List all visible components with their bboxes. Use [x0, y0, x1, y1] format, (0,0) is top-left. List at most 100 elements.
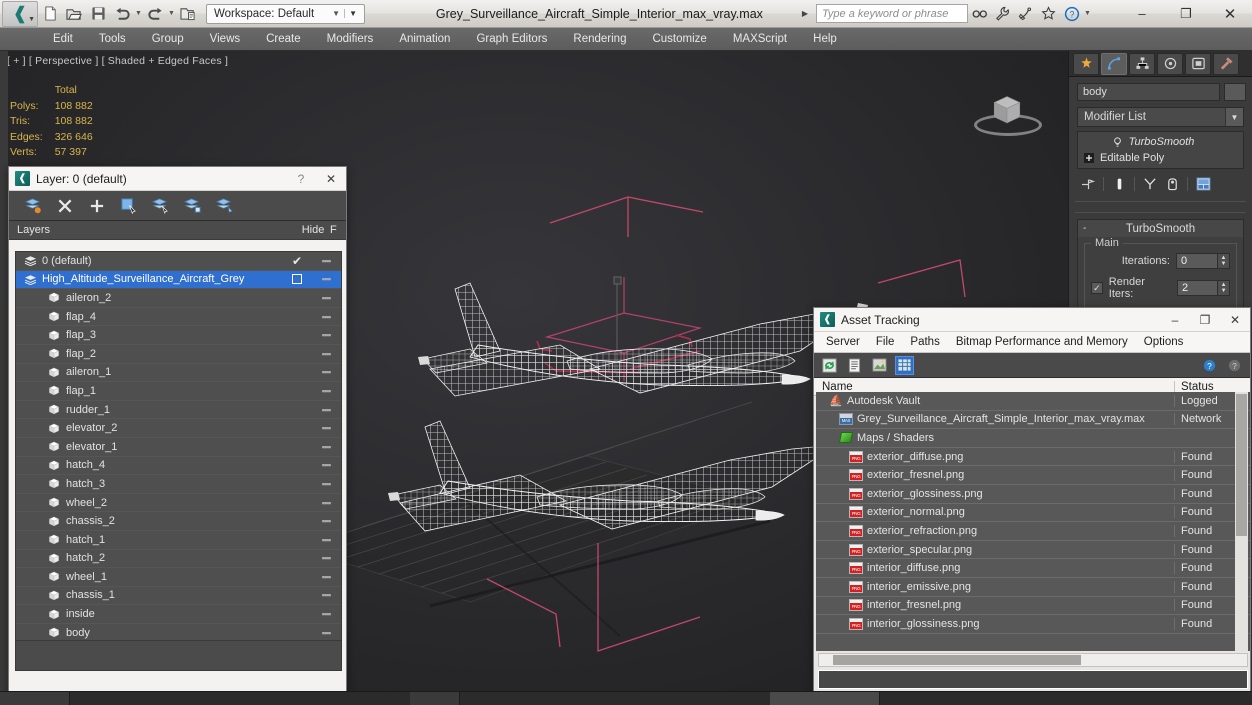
- motion-tab[interactable]: [1157, 52, 1183, 75]
- layer-freeze-cell[interactable]: ▪▪▪▪: [311, 386, 341, 396]
- undo-icon[interactable]: [111, 3, 133, 25]
- satellite-icon[interactable]: [1014, 3, 1037, 25]
- thumbnail-view-icon[interactable]: [870, 356, 889, 375]
- layer-list[interactable]: 0 (default) ✔ ▪▪▪▪ High_Altitude_Surveillan…: [15, 251, 342, 641]
- asset-row[interactable]: interior_fresnel.png Found: [816, 597, 1250, 616]
- modifier-stack-item-editable-poly[interactable]: Editable Poly: [1080, 150, 1241, 166]
- layer-row[interactable]: inside ▪▪▪▪: [16, 605, 341, 624]
- hierarchy-tab[interactable]: [1129, 52, 1155, 75]
- asset-menu-file[interactable]: File: [868, 333, 903, 352]
- menu-edit[interactable]: Edit: [40, 28, 86, 50]
- expand-plus-icon[interactable]: [1082, 152, 1096, 164]
- menu-create[interactable]: Create: [253, 28, 314, 50]
- utilities-tab[interactable]: [1213, 52, 1239, 75]
- layer-freeze-cell[interactable]: ▪▪▪▪: [311, 349, 341, 359]
- window-maximize-button[interactable]: ❐: [1164, 0, 1208, 27]
- asset-dialog-titlebar[interactable]: ❰ Asset Tracking – ❐ ✕: [814, 308, 1250, 332]
- lightbulb-icon[interactable]: [1111, 136, 1125, 148]
- remove-modifier-icon[interactable]: [1163, 175, 1181, 193]
- layer-row[interactable]: High_Altitude_Surveillance_Aircraft_Grey…: [16, 270, 341, 290]
- layer-freeze-cell[interactable]: ▪▪▪▪: [311, 590, 341, 600]
- menu-modifiers[interactable]: Modifiers: [314, 28, 387, 50]
- asset-row[interactable]: interior_glossiness.png Found: [816, 615, 1250, 634]
- search-scene-icon[interactable]: [968, 3, 991, 25]
- layer-freeze-cell[interactable]: ▪▪▪▪: [311, 423, 341, 433]
- menu-maxscript[interactable]: MAXScript: [720, 28, 800, 50]
- layer-freeze-cell[interactable]: ▪▪▪▪: [311, 274, 341, 284]
- layer-freeze-cell[interactable]: ▪▪▪▪: [311, 330, 341, 340]
- undo-dropdown-icon[interactable]: ▼: [134, 10, 143, 17]
- layer-freeze-cell[interactable]: ▪▪▪▪: [311, 460, 341, 470]
- asset-row[interactable]: exterior_refraction.png Found: [816, 522, 1250, 541]
- show-end-result-icon[interactable]: [1110, 175, 1128, 193]
- refresh-icon[interactable]: [820, 356, 839, 375]
- asset-vertical-scrollbar[interactable]: [1235, 392, 1248, 651]
- turbosmooth-rollout-header[interactable]: - TurboSmooth: [1078, 220, 1243, 237]
- layer-freeze-cell[interactable]: ▪▪▪▪: [311, 293, 341, 303]
- layer-freeze-cell[interactable]: ▪▪▪▪: [311, 609, 341, 619]
- layer-row[interactable]: rudder_1 ▪▪▪▪: [16, 401, 341, 420]
- asset-dialog-close-button[interactable]: ✕: [1220, 308, 1250, 332]
- menu-views[interactable]: Views: [197, 28, 253, 50]
- add-selection-to-layer-icon[interactable]: [87, 196, 106, 215]
- layer-row[interactable]: elevator_2 ▪▪▪▪: [16, 419, 341, 438]
- asset-row[interactable]: exterior_diffuse.png Found: [816, 448, 1250, 467]
- asset-row[interactable]: Grey_Surveillance_Aircraft_Simple_Interi…: [816, 411, 1250, 430]
- layer-dialog-help-button[interactable]: ?: [286, 167, 316, 191]
- menu-rendering[interactable]: Rendering: [560, 28, 639, 50]
- make-unique-icon[interactable]: [1141, 175, 1159, 193]
- wrench-icon[interactable]: [991, 3, 1014, 25]
- layer-row[interactable]: flap_3 ▪▪▪▪: [16, 326, 341, 345]
- layer-freeze-cell[interactable]: ▪▪▪▪: [311, 312, 341, 322]
- modifier-stack-item-turbosmooth[interactable]: TurboSmooth: [1080, 134, 1241, 150]
- asset-menu-bitmap-performance[interactable]: Bitmap Performance and Memory: [948, 333, 1136, 352]
- layer-row[interactable]: hatch_3 ▪▪▪▪: [16, 475, 341, 494]
- save-file-icon[interactable]: [87, 3, 109, 25]
- workspace-selector[interactable]: Workspace: Default ▼ ▼: [206, 3, 365, 24]
- render-iters-spinner[interactable]: ▲ ▼: [1218, 280, 1230, 296]
- help-icon[interactable]: ?: [1060, 3, 1083, 25]
- asset-menu-options[interactable]: Options: [1136, 333, 1192, 352]
- app-logo-icon[interactable]: ❰ ▼: [2, 0, 38, 27]
- layer-freeze-cell[interactable]: ▪▪▪▪: [311, 628, 341, 638]
- layer-freeze-cell[interactable]: ▪▪▪▪: [311, 256, 341, 266]
- asset-row[interactable]: ⛵ Autodesk Vault Logged: [816, 392, 1250, 411]
- open-file-icon[interactable]: [63, 3, 85, 25]
- layer-row[interactable]: chassis_1 ▪▪▪▪: [16, 587, 341, 606]
- layer-row[interactable]: flap_1 ▪▪▪▪: [16, 382, 341, 401]
- layer-freeze-cell[interactable]: ▪▪▪▪: [311, 367, 341, 377]
- help-dropdown-icon[interactable]: ▼: [1083, 10, 1092, 17]
- document-dropdown-icon[interactable]: ▶: [794, 9, 816, 18]
- highlight-selected-objects-icon[interactable]: [183, 196, 202, 215]
- help-icon[interactable]: ?: [1200, 356, 1219, 375]
- asset-row[interactable]: exterior_glossiness.png Found: [816, 485, 1250, 504]
- layer-hide-mark[interactable]: ✔: [283, 254, 311, 268]
- layer-row[interactable]: 0 (default) ✔ ▪▪▪▪: [16, 252, 341, 271]
- asset-row[interactable]: interior_diffuse.png Found: [816, 559, 1250, 578]
- layer-hide-checkbox[interactable]: [283, 274, 311, 285]
- layer-row[interactable]: body ▪▪▪▪: [16, 624, 341, 640]
- layer-row[interactable]: hatch_2 ▪▪▪▪: [16, 550, 341, 569]
- layer-freeze-cell[interactable]: ▪▪▪▪: [311, 572, 341, 582]
- layer-row[interactable]: aileron_2 ▪▪▪▪: [16, 289, 341, 308]
- window-minimize-button[interactable]: –: [1120, 0, 1164, 27]
- asset-dialog-maximize-button[interactable]: ❐: [1190, 308, 1220, 332]
- menu-tools[interactable]: Tools: [86, 28, 139, 50]
- layer-freeze-cell[interactable]: ▪▪▪▪: [311, 479, 341, 489]
- layer-row[interactable]: wheel_2 ▪▪▪▪: [16, 494, 341, 513]
- asset-list[interactable]: ⛵ Autodesk Vault Logged Grey_Surveillance_A…: [816, 392, 1250, 651]
- layer-row[interactable]: flap_4 ▪▪▪▪: [16, 308, 341, 327]
- layer-freeze-cell[interactable]: ▪▪▪▪: [311, 498, 341, 508]
- grid-view-icon[interactable]: [895, 355, 914, 375]
- menu-animation[interactable]: Animation: [386, 28, 463, 50]
- menu-group[interactable]: Group: [139, 28, 197, 50]
- asset-dialog-minimize-button[interactable]: –: [1160, 308, 1190, 332]
- layer-freeze-cell[interactable]: ▪▪▪▪: [311, 442, 341, 452]
- window-close-button[interactable]: ✕: [1208, 0, 1252, 27]
- layer-freeze-cell[interactable]: ▪▪▪▪: [311, 405, 341, 415]
- asset-vscrollbar-thumb[interactable]: [1236, 394, 1247, 536]
- favorites-star-icon[interactable]: [1037, 3, 1060, 25]
- menu-help[interactable]: Help: [800, 28, 850, 50]
- asset-row[interactable]: exterior_specular.png Found: [816, 541, 1250, 560]
- asset-menu-server[interactable]: Server: [818, 333, 868, 352]
